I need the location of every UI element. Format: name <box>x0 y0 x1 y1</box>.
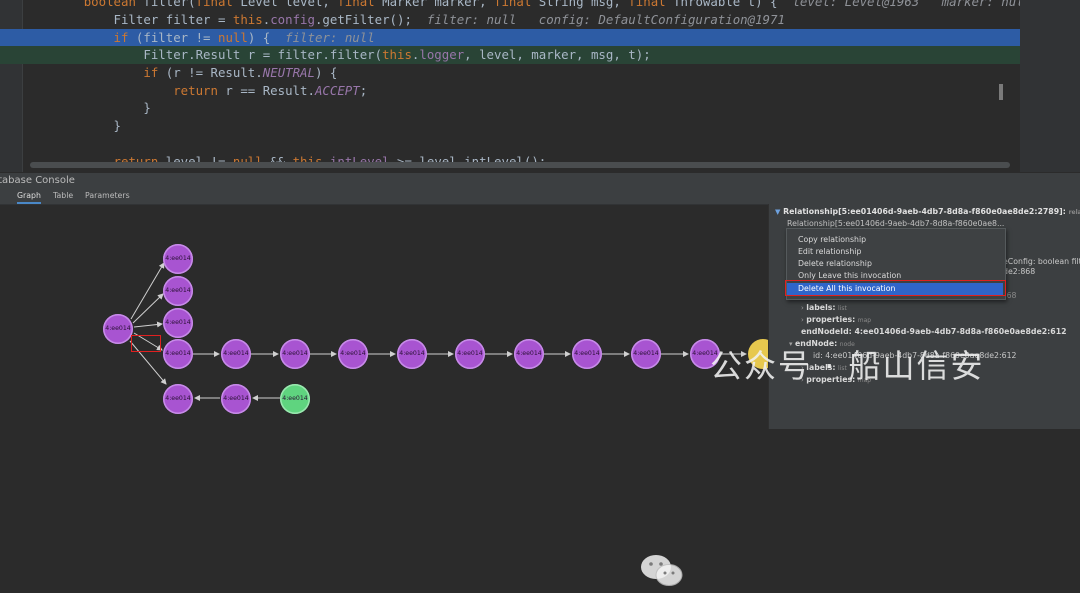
graph-node[interactable]: 4:ee014 <box>280 384 310 414</box>
labels-type: list <box>838 305 847 312</box>
graph-node[interactable]: 4:ee014 <box>163 339 193 369</box>
code-editor[interactable]: boolean filter(final Level level, final … <box>0 0 1080 172</box>
graph-node[interactable]: 4:ee014 <box>163 308 193 338</box>
graph-node[interactable]: 4:ee014 <box>397 339 427 369</box>
menu-copy-relationship[interactable]: Copy relationship <box>787 234 1003 246</box>
code-token: Throwable t) { <box>673 0 793 9</box>
graph-node[interactable]: 4:ee014 <box>631 339 661 369</box>
edge-line[interactable] <box>130 262 165 320</box>
graph-node[interactable]: 4:ee014 <box>163 244 193 274</box>
graph-canvas[interactable]: 4:ee014 4:ee014 4:ee014 4:ee014 4:ee014 4:ee0… <box>0 205 778 586</box>
tab-parameters[interactable]: Parameters <box>85 188 130 204</box>
debug-inline-value: filter: null config: DefaultConfiguratio… <box>426 12 785 27</box>
code-token: config <box>270 12 315 27</box>
code-token: ; <box>359 83 368 98</box>
menu-item-highlight <box>785 280 1006 296</box>
code-line[interactable]: return r == Result.ACCEPT; <box>0 82 1044 100</box>
wechat-icon <box>641 555 683 586</box>
code-token: String msg, <box>538 0 629 9</box>
console-tab-bar: Graph Table Parameters <box>0 188 1080 205</box>
code-token: (r != Result. <box>165 65 263 80</box>
code-token: logger <box>419 47 465 62</box>
code-token: if <box>113 30 136 45</box>
code-token: Level level, <box>240 0 338 9</box>
horizontal-scrollbar[interactable] <box>30 162 1010 168</box>
graph-node[interactable]: 4:ee014 <box>572 339 602 369</box>
tab-table[interactable]: Table <box>53 188 73 204</box>
code-token: final <box>337 0 383 9</box>
graph-node[interactable]: 4:ee014 <box>338 339 368 369</box>
id-tail: de2:868 <box>1003 267 1036 276</box>
debug-inline-value: filter: null <box>285 30 375 45</box>
code-token: if <box>143 65 166 80</box>
properties-type: map <box>857 317 872 324</box>
graph-node[interactable]: 4:ee014 <box>280 339 310 369</box>
graph-node[interactable]: 4:ee014 <box>163 384 193 414</box>
code-token: r == Result. <box>225 83 315 98</box>
labels-key: labels: <box>806 303 836 312</box>
graph-node[interactable]: 4:ee014 <box>221 339 251 369</box>
editor-right-gutter <box>1020 0 1080 172</box>
code-line[interactable]: Filter filter = this.config.getFilter();… <box>0 11 1044 29</box>
relationship-title: Relationship[5:ee01406d-9aeb-4db7-8d8a-f… <box>783 207 1066 216</box>
scroll-marker[interactable] <box>999 84 1003 100</box>
code-line[interactable]: } <box>0 117 1044 135</box>
code-token: ) { <box>247 30 286 45</box>
code-line[interactable]: if (filter != null) { filter: null <box>0 29 1044 47</box>
chevron-right-icon[interactable]: › <box>801 316 804 324</box>
menu-delete-relationship[interactable]: Delete relationship <box>787 258 1003 270</box>
edge-line[interactable] <box>133 321 163 328</box>
code-line[interactable]: if (r != Result.NEUTRAL) { <box>0 64 1044 82</box>
code-token: ACCEPT <box>314 83 360 98</box>
code-token: final <box>494 0 539 9</box>
graph-node[interactable]: 4:ee014 <box>163 276 193 306</box>
code-token: final <box>628 0 674 9</box>
code-token: ) { <box>314 65 338 80</box>
console-title: atabase Console <box>0 175 75 186</box>
code-line[interactable]: Filter.Result r = filter.filter(this.log… <box>0 46 1044 64</box>
code-token: final <box>195 0 241 9</box>
code-token: } <box>24 118 121 133</box>
chevron-right-icon[interactable]: › <box>801 304 804 312</box>
code-line[interactable]: } <box>0 99 1044 117</box>
code-token: return <box>173 83 226 98</box>
code-token: } <box>24 100 151 115</box>
chevron-down-icon[interactable]: ▼ <box>775 208 780 216</box>
code-line[interactable]: boolean filter(final Level level, final … <box>0 0 1080 11</box>
code-token: this <box>232 12 263 27</box>
properties-key: properties: <box>806 315 856 324</box>
code-line[interactable] <box>0 135 1044 153</box>
code-token: Filter.Result r = filter.filter( <box>24 47 383 62</box>
code-token: boolean <box>83 0 144 9</box>
graph-node[interactable]: 4:ee014 <box>455 339 485 369</box>
code-token: NEUTRAL <box>262 65 315 80</box>
code-token: .getFilter(); <box>314 12 427 27</box>
selected-edge-highlight <box>131 335 161 352</box>
code-token: filter( <box>143 0 196 9</box>
tab-graph[interactable]: Graph <box>17 188 41 204</box>
code-token: , level, marker, msg, t); <box>464 47 651 62</box>
code-token: this <box>382 47 412 62</box>
graph-node[interactable]: 4:ee014 <box>514 339 544 369</box>
menu-edit-relationship[interactable]: Edit relationship <box>787 246 1003 258</box>
graph-node[interactable]: 4:ee014 <box>103 314 133 344</box>
watermark-text: 公众号 · 船山信安 <box>710 347 985 385</box>
end-node-id-row: endNodeId: 4:ee01406d-9aeb-4db7-8d8a-f86… <box>801 326 1067 338</box>
relationship-type: relation <box>1068 209 1080 216</box>
code-token: Filter filter = <box>24 12 233 27</box>
code-token: Marker marker, <box>382 0 495 9</box>
code-token: (filter != <box>135 30 218 45</box>
code-token: null <box>217 30 248 45</box>
graph-node[interactable]: 4:ee014 <box>221 384 251 414</box>
database-console-title-bar: atabase Console <box>0 172 1080 189</box>
end-node-id: endNodeId: 4:ee01406d-9aeb-4db7-8d8a-f86… <box>801 327 1067 336</box>
